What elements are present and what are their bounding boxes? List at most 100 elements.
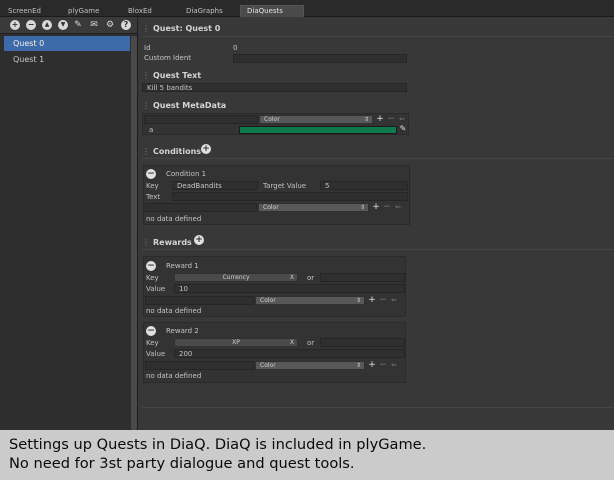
metadata-type-value: Color bbox=[264, 116, 280, 123]
remove-reward-icon[interactable]: − bbox=[146, 261, 156, 271]
divider bbox=[142, 158, 614, 159]
rewards-header: ⋮ Rewards bbox=[142, 238, 192, 247]
arrow-icon[interactable]: ⇐ bbox=[393, 203, 403, 212]
reward-value-label: Value bbox=[146, 350, 166, 358]
metadata-key-label: a bbox=[149, 126, 154, 134]
no-data-text: no data defined bbox=[146, 372, 202, 380]
down-icon[interactable]: ▼ bbox=[58, 20, 68, 30]
reward-value-field[interactable]: 200 bbox=[174, 349, 405, 358]
reward-new-key-field[interactable] bbox=[145, 361, 254, 370]
metadata-color-swatch[interactable] bbox=[239, 126, 397, 134]
quest-list-panel: + − ▲ ▼ ✎ ✉ ⚙ ? Quest 0 Quest 1 bbox=[0, 17, 138, 430]
quest-toolbar: + − ▲ ▼ ✎ ✉ ⚙ ? bbox=[0, 17, 137, 34]
rewards-title: Rewards bbox=[153, 238, 192, 247]
gear-icon[interactable]: ⚙ bbox=[105, 20, 115, 30]
metadata-header: ⋮ Quest MetaData bbox=[142, 101, 226, 110]
divider bbox=[142, 249, 614, 250]
reward-key-selector[interactable]: Currency X bbox=[174, 273, 298, 282]
reward-type-dropdown[interactable]: Color ⇕ bbox=[255, 361, 365, 370]
or-label: or bbox=[307, 274, 315, 282]
reward-value-field[interactable]: 10 bbox=[174, 284, 405, 293]
list-scrollbar[interactable] bbox=[131, 36, 137, 430]
plus-icon[interactable]: + bbox=[367, 296, 377, 305]
chevron-down-icon: ⇕ bbox=[359, 204, 365, 211]
metadata-new-key-field[interactable] bbox=[144, 115, 258, 124]
reward-new-key-field[interactable] bbox=[145, 296, 254, 305]
minus-icon[interactable]: − bbox=[378, 361, 388, 370]
help-icon[interactable]: ? bbox=[121, 20, 131, 30]
grip-icon: ⋮ bbox=[142, 101, 150, 110]
eyedropper-icon[interactable]: ✎ bbox=[398, 125, 408, 134]
minus-icon[interactable]: − bbox=[382, 203, 392, 212]
edit-icon[interactable]: ✎ bbox=[73, 20, 83, 30]
add-icon[interactable]: + bbox=[10, 20, 20, 30]
condition-type-dropdown[interactable]: Color ⇕ bbox=[258, 203, 369, 212]
remove-icon[interactable]: − bbox=[26, 20, 36, 30]
reward-key-selector[interactable]: XP X bbox=[174, 338, 298, 347]
tab-bloxed[interactable]: BloxEd bbox=[122, 6, 158, 17]
condition-key-label: Key bbox=[146, 182, 159, 190]
divider bbox=[142, 36, 614, 37]
grip-icon: ⋮ bbox=[142, 71, 150, 80]
add-reward-icon[interactable]: + bbox=[194, 235, 204, 245]
tab-plygame[interactable]: plyGame bbox=[62, 6, 105, 17]
id-value: 0 bbox=[233, 44, 238, 52]
quest-list-item[interactable]: Quest 1 bbox=[4, 52, 130, 67]
arrow-icon[interactable]: ⇐ bbox=[389, 296, 399, 305]
reward-key-text-field[interactable] bbox=[320, 273, 405, 282]
condition-title: Condition 1 bbox=[166, 170, 207, 178]
chevron-down-icon: ⇕ bbox=[355, 362, 361, 369]
list-scrollbar-thumb[interactable] bbox=[131, 36, 137, 430]
condition-new-key-field[interactable] bbox=[145, 203, 257, 212]
quest-list-item[interactable]: Quest 0 bbox=[4, 36, 130, 51]
editor-tab-bar: ScreenEd plyGame BloxEd DiaGraphs DiaQue… bbox=[0, 0, 614, 17]
no-data-text: no data defined bbox=[146, 307, 202, 315]
up-icon[interactable]: ▲ bbox=[42, 20, 52, 30]
caption-line-1: Settings up Quests in DiaQ. DiaQ is incl… bbox=[9, 436, 427, 453]
clear-icon[interactable]: X bbox=[290, 339, 294, 347]
remove-condition-icon[interactable]: − bbox=[146, 169, 156, 179]
arrow-icon[interactable]: ⇐ bbox=[397, 115, 407, 124]
chat-icon[interactable]: ✉ bbox=[89, 20, 99, 30]
tab-screened[interactable]: ScreenEd bbox=[2, 6, 47, 17]
condition-text-field[interactable] bbox=[172, 192, 408, 201]
reward-box: − Reward 1 Key Currency X or Value 10 Col… bbox=[143, 256, 406, 317]
condition-target-label: Target Value bbox=[263, 182, 307, 190]
quest-text-title: Quest Text bbox=[153, 71, 202, 80]
condition-box: − Condition 1 Key DeadBandits Target Val… bbox=[143, 165, 410, 225]
tab-diaquests[interactable]: DiaQuests bbox=[240, 5, 304, 17]
quest-text-header: ⋮ Quest Text bbox=[142, 71, 201, 80]
custom-ident-field[interactable] bbox=[233, 54, 407, 63]
quest-header-title: Quest: Quest 0 bbox=[153, 24, 221, 33]
grip-icon: ⋮ bbox=[142, 238, 150, 247]
reward-box: − Reward 2 Key XP X or Value 200 Color ⇕ +… bbox=[143, 322, 406, 383]
metadata-box: Color ⇕ + − ⇐ a ✎ bbox=[142, 113, 409, 135]
condition-key-field[interactable]: DeadBandits bbox=[172, 181, 258, 190]
minus-icon[interactable]: − bbox=[386, 115, 396, 124]
plus-icon[interactable]: + bbox=[371, 203, 381, 212]
add-condition-icon[interactable]: + bbox=[201, 144, 211, 154]
caption-banner: Settings up Quests in DiaQ. DiaQ is incl… bbox=[0, 430, 614, 480]
plus-icon[interactable]: + bbox=[375, 115, 385, 124]
reward-type-value: Color bbox=[260, 362, 276, 369]
chevron-down-icon: ⇕ bbox=[363, 116, 369, 123]
reward-type-value: Color bbox=[260, 297, 276, 304]
arrow-icon[interactable]: ⇐ bbox=[389, 361, 399, 370]
reward-key-value: XP bbox=[232, 339, 240, 346]
caption-line-2: No need for 3st party dialogue and quest… bbox=[9, 455, 355, 472]
remove-reward-icon[interactable]: − bbox=[146, 326, 156, 336]
tab-diagraphs[interactable]: DiaGraphs bbox=[180, 6, 229, 17]
reward-type-dropdown[interactable]: Color ⇕ bbox=[255, 296, 365, 305]
reward-key-label: Key bbox=[146, 274, 159, 282]
metadata-title: Quest MetaData bbox=[153, 101, 227, 110]
grip-icon: ⋮ bbox=[142, 147, 150, 156]
condition-target-field[interactable]: 5 bbox=[320, 181, 408, 190]
plus-icon[interactable]: + bbox=[367, 361, 377, 370]
quest-text-field[interactable]: Kill 5 bandits bbox=[142, 83, 407, 92]
custom-ident-label: Custom Ident bbox=[144, 54, 192, 62]
reward-title: Reward 2 bbox=[166, 327, 199, 335]
reward-key-text-field[interactable] bbox=[320, 338, 405, 347]
metadata-type-dropdown[interactable]: Color ⇕ bbox=[259, 115, 373, 124]
clear-icon[interactable]: X bbox=[290, 274, 294, 282]
minus-icon[interactable]: − bbox=[378, 296, 388, 305]
